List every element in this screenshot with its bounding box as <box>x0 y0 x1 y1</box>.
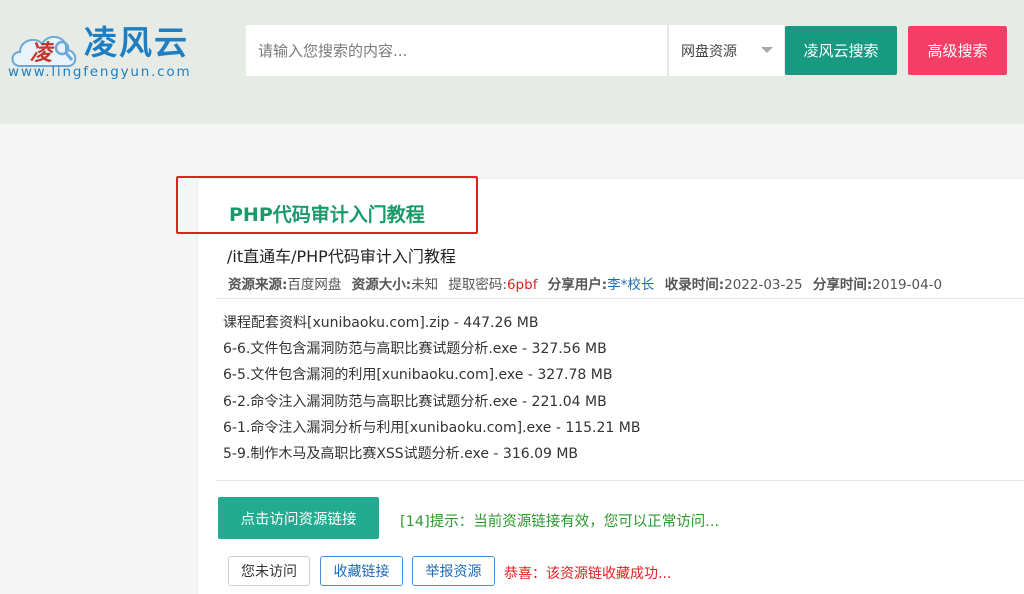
file-list: 课程配套资料[xunibaoku.com].zip - 447.26 MB 6-… <box>223 310 640 467</box>
chevron-down-icon <box>761 47 773 53</box>
divider <box>216 480 1024 481</box>
file-item: 5-9.制作木马及高职比赛XSS试题分析.exe - 316.09 MB <box>223 446 579 463</box>
logo-char: 凌 <box>30 40 53 66</box>
pwd-label: 提取密码: <box>448 277 507 293</box>
user-value[interactable]: 李*校长 <box>607 277 654 293</box>
file-item: 课程配套资料[xunibaoku.com].zip - 447.26 MB <box>223 315 539 331</box>
pwd-value: 6pbf <box>506 277 538 293</box>
link-status-tip: [14]提示：当前资源链接有效，您可以正常访问... <box>400 514 720 530</box>
site-header: 凌 凌风云 www.lingfengyun.com 网盘资源 凌风云搜索 高级搜… <box>0 0 1024 124</box>
favorite-link-button[interactable]: 收藏链接 <box>320 556 403 586</box>
divider <box>216 298 1024 299</box>
site-logo[interactable]: 凌 凌风云 www.lingfengyun.com <box>6 20 216 82</box>
advanced-search-button[interactable]: 高级搜索 <box>908 26 1007 75</box>
favorite-success-message: 恭喜：该资源链收藏成功... <box>504 566 672 582</box>
search-button[interactable]: 凌风云搜索 <box>785 26 897 75</box>
source-value: 百度网盘 <box>287 277 342 293</box>
resource-path: /it直通车/PHP代码审计入门教程 <box>227 247 456 266</box>
select-value: 网盘资源 <box>681 44 737 60</box>
size-value: 未知 <box>411 277 439 293</box>
visit-resource-button[interactable]: 点击访问资源链接 <box>218 497 379 539</box>
user-label: 分享用户: <box>547 277 608 293</box>
share-value: 2019-04-0 <box>872 277 943 293</box>
collect-label: 收录时间: <box>664 277 725 293</box>
logo-url: www.lingfengyun.com <box>8 64 192 80</box>
resource-title[interactable]: PHP代码审计入门教程 <box>229 200 425 227</box>
search-input[interactable] <box>246 25 667 76</box>
source-label: 资源来源: <box>228 277 288 293</box>
file-item: 6-2.命令注入漏洞防范与高职比赛试题分析.exe - 221.04 MB <box>223 393 607 410</box>
file-item: 6-6.文件包含漏洞防范与高职比赛试题分析.exe - 327.56 MB <box>223 341 607 358</box>
resource-meta: 资源来源:百度网盘 资源大小:未知 提取密码:6pbf 分享用户:李*校长 收录… <box>228 273 942 293</box>
size-label: 资源大小: <box>351 277 412 293</box>
resource-type-select[interactable]: 网盘资源 <box>668 25 784 76</box>
logo-text: 凌风云 <box>84 23 189 62</box>
not-visited-button[interactable]: 您未访问 <box>228 556 310 586</box>
report-resource-button[interactable]: 举报资源 <box>412 556 495 586</box>
share-label: 分享时间: <box>812 277 873 293</box>
file-item: 6-1.命令注入漏洞分析与利用[xunibaoku.com].exe - 115… <box>223 419 641 436</box>
file-item: 6-5.文件包含漏洞的利用[xunibaoku.com].exe - 327.7… <box>223 367 613 384</box>
collect-value: 2022-03-25 <box>724 277 803 293</box>
